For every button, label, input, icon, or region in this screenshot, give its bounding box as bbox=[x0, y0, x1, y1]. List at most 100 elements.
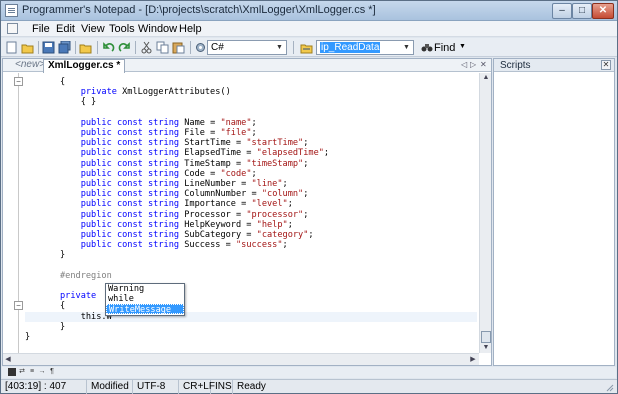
undo-icon[interactable] bbox=[102, 41, 115, 54]
copy-icon[interactable] bbox=[156, 41, 169, 54]
arrow-right-icon[interactable]: → bbox=[38, 368, 46, 376]
code-line: { bbox=[60, 77, 66, 87]
code-line: public const string ColumnNumber = "colu… bbox=[80, 189, 309, 200]
menu-file[interactable]: File bbox=[32, 23, 50, 35]
code-line: } bbox=[60, 321, 66, 332]
autocomplete-item[interactable]: while bbox=[106, 294, 184, 304]
close-icon[interactable]: ✕ bbox=[601, 60, 611, 70]
status-insert-mode: INS bbox=[211, 380, 233, 394]
tab-next-icon[interactable]: ▷ bbox=[470, 60, 476, 69]
menu-bar: File Edit View Tools Window Help bbox=[1, 21, 617, 37]
menu-view[interactable]: View bbox=[81, 23, 105, 35]
chevron-down-icon[interactable]: ▼ bbox=[274, 42, 285, 53]
scheme-value: C# bbox=[211, 42, 224, 53]
folder-icon[interactable] bbox=[79, 41, 92, 54]
binoculars-icon[interactable] bbox=[421, 42, 433, 53]
code-line: public const string Name = "name"; bbox=[80, 117, 257, 128]
fold-toggle-icon[interactable]: − bbox=[14, 301, 23, 311]
paste-icon[interactable] bbox=[172, 41, 185, 54]
toolbar-separator bbox=[97, 41, 98, 54]
chevron-down-icon[interactable]: ▼ bbox=[459, 43, 466, 50]
main-toolbar: C# ▼ ip_ReadData ▼ Find ▼ bbox=[1, 38, 617, 57]
save-icon[interactable] bbox=[42, 41, 55, 54]
status-bar: [403:19] : 407 Modified UTF-8 CR+LF INS … bbox=[1, 379, 617, 394]
code-line: public const string StartTime = "startTi… bbox=[80, 138, 309, 149]
code-line: this.W bbox=[60, 311, 112, 322]
output-window-icon[interactable] bbox=[8, 368, 16, 376]
status-line-endings: CR+LF bbox=[179, 380, 215, 394]
toolbar-separator bbox=[293, 41, 294, 54]
tab-xmllogger[interactable]: XmlLogger.cs * bbox=[43, 59, 126, 73]
wrap-icon[interactable]: ⇄ bbox=[18, 368, 26, 376]
close-button[interactable]: ✕ bbox=[592, 3, 614, 19]
autocomplete-popup[interactable]: Warning while WriteMessage bbox=[105, 283, 185, 316]
scripts-title: Scripts bbox=[500, 60, 531, 71]
scroll-right-icon[interactable]: ▶ bbox=[468, 355, 478, 365]
code-line: public const string Importance = "level"… bbox=[80, 199, 293, 210]
chevron-down-icon[interactable]: ▼ bbox=[401, 42, 412, 53]
search-input[interactable]: ip_ReadData ▼ bbox=[316, 40, 414, 55]
redo-icon[interactable] bbox=[118, 41, 131, 54]
toolbar-separator bbox=[190, 41, 191, 54]
code-line: public const string HelpKeyword = "help"… bbox=[80, 219, 293, 230]
title-bar[interactable]: Programmer's Notepad - [D:\projects\scra… bbox=[1, 1, 617, 21]
status-modified: Modified bbox=[87, 380, 133, 394]
toolbar-separator bbox=[135, 41, 136, 54]
output-toolbar: ⇄ ≡ → ¶ bbox=[2, 367, 616, 378]
code-line: { bbox=[60, 301, 66, 312]
indent-icon[interactable]: ≡ bbox=[28, 368, 36, 376]
autocomplete-item[interactable]: WriteMessage bbox=[106, 304, 184, 315]
code-line: public const string Code = "code"; bbox=[80, 168, 257, 179]
code-line: public const string Processor = "process… bbox=[80, 209, 309, 220]
pilcrow-icon[interactable]: ¶ bbox=[48, 368, 56, 376]
fold-margin-line bbox=[18, 73, 19, 353]
vertical-scroll-thumb[interactable] bbox=[481, 331, 491, 343]
toolbar-separator bbox=[38, 41, 39, 54]
scroll-left-icon[interactable]: ◀ bbox=[3, 355, 13, 365]
open-folder-icon[interactable] bbox=[21, 41, 34, 54]
scripts-panel-header: Scripts ✕ bbox=[494, 59, 614, 72]
menu-edit[interactable]: Edit bbox=[56, 23, 75, 35]
code-line: } bbox=[60, 250, 66, 261]
window-title: Programmer's Notepad - [D:\projects\scra… bbox=[22, 4, 376, 16]
fold-toggle-icon[interactable]: − bbox=[14, 77, 23, 86]
menu-tools[interactable]: Tools bbox=[109, 23, 135, 35]
vertical-scrollbar[interactable]: ▲ ▼ bbox=[479, 73, 491, 353]
code-editor[interactable]: { private XmlLoggerAttributes() { } publ… bbox=[3, 73, 479, 353]
status-position: [403:19] : 407 bbox=[1, 380, 87, 394]
horizontal-scrollbar[interactable]: ◀ ▶ bbox=[3, 353, 479, 365]
code-line: public const string File = "file"; bbox=[80, 128, 257, 138]
settings-icon[interactable] bbox=[194, 41, 207, 54]
code-line: public const string LineNumber = "line"; bbox=[80, 179, 288, 189]
scroll-up-icon[interactable]: ▲ bbox=[481, 73, 491, 83]
code-line: public const string ElapsedTime = "elaps… bbox=[80, 148, 330, 159]
code-line: #endregion bbox=[60, 270, 112, 281]
code-line: { } bbox=[60, 97, 97, 108]
status-encoding: UTF-8 bbox=[133, 380, 179, 394]
notepad-app-icon[interactable] bbox=[5, 4, 18, 17]
jump-to-icon[interactable] bbox=[300, 41, 313, 54]
minimize-button[interactable]: – bbox=[552, 3, 572, 19]
new-file-icon[interactable] bbox=[5, 41, 18, 54]
find-button[interactable]: Find bbox=[434, 42, 455, 54]
cut-icon[interactable] bbox=[140, 41, 153, 54]
scheme-select[interactable]: C# ▼ bbox=[207, 40, 287, 55]
toolbar-separator bbox=[75, 41, 76, 54]
tab-prev-icon[interactable]: ◁ bbox=[461, 60, 467, 69]
menu-window[interactable]: Window bbox=[138, 23, 177, 35]
search-value: ip_ReadData bbox=[320, 42, 381, 53]
scroll-down-icon[interactable]: ▼ bbox=[481, 343, 491, 353]
save-all-icon[interactable] bbox=[58, 41, 71, 54]
document-menu-icon[interactable] bbox=[7, 23, 18, 34]
code-line: public const string TimeStamp = "timeSta… bbox=[80, 158, 309, 169]
tab-close-icon[interactable]: ✕ bbox=[480, 60, 487, 69]
menu-help[interactable]: Help bbox=[179, 23, 202, 35]
code-line: } bbox=[25, 332, 31, 342]
autocomplete-item[interactable]: Warning bbox=[106, 284, 184, 294]
resize-grip-icon[interactable] bbox=[605, 383, 614, 392]
code-line: private XmlLoggerAttributes() bbox=[80, 87, 231, 98]
maximize-button[interactable]: □ bbox=[572, 3, 592, 19]
status-text: Ready bbox=[237, 381, 266, 392]
document-tab-bar: <new> XmlLogger.cs * ◁ ▷ ✕ bbox=[3, 59, 491, 73]
code-line: public const string Success = "success"; bbox=[80, 240, 288, 251]
